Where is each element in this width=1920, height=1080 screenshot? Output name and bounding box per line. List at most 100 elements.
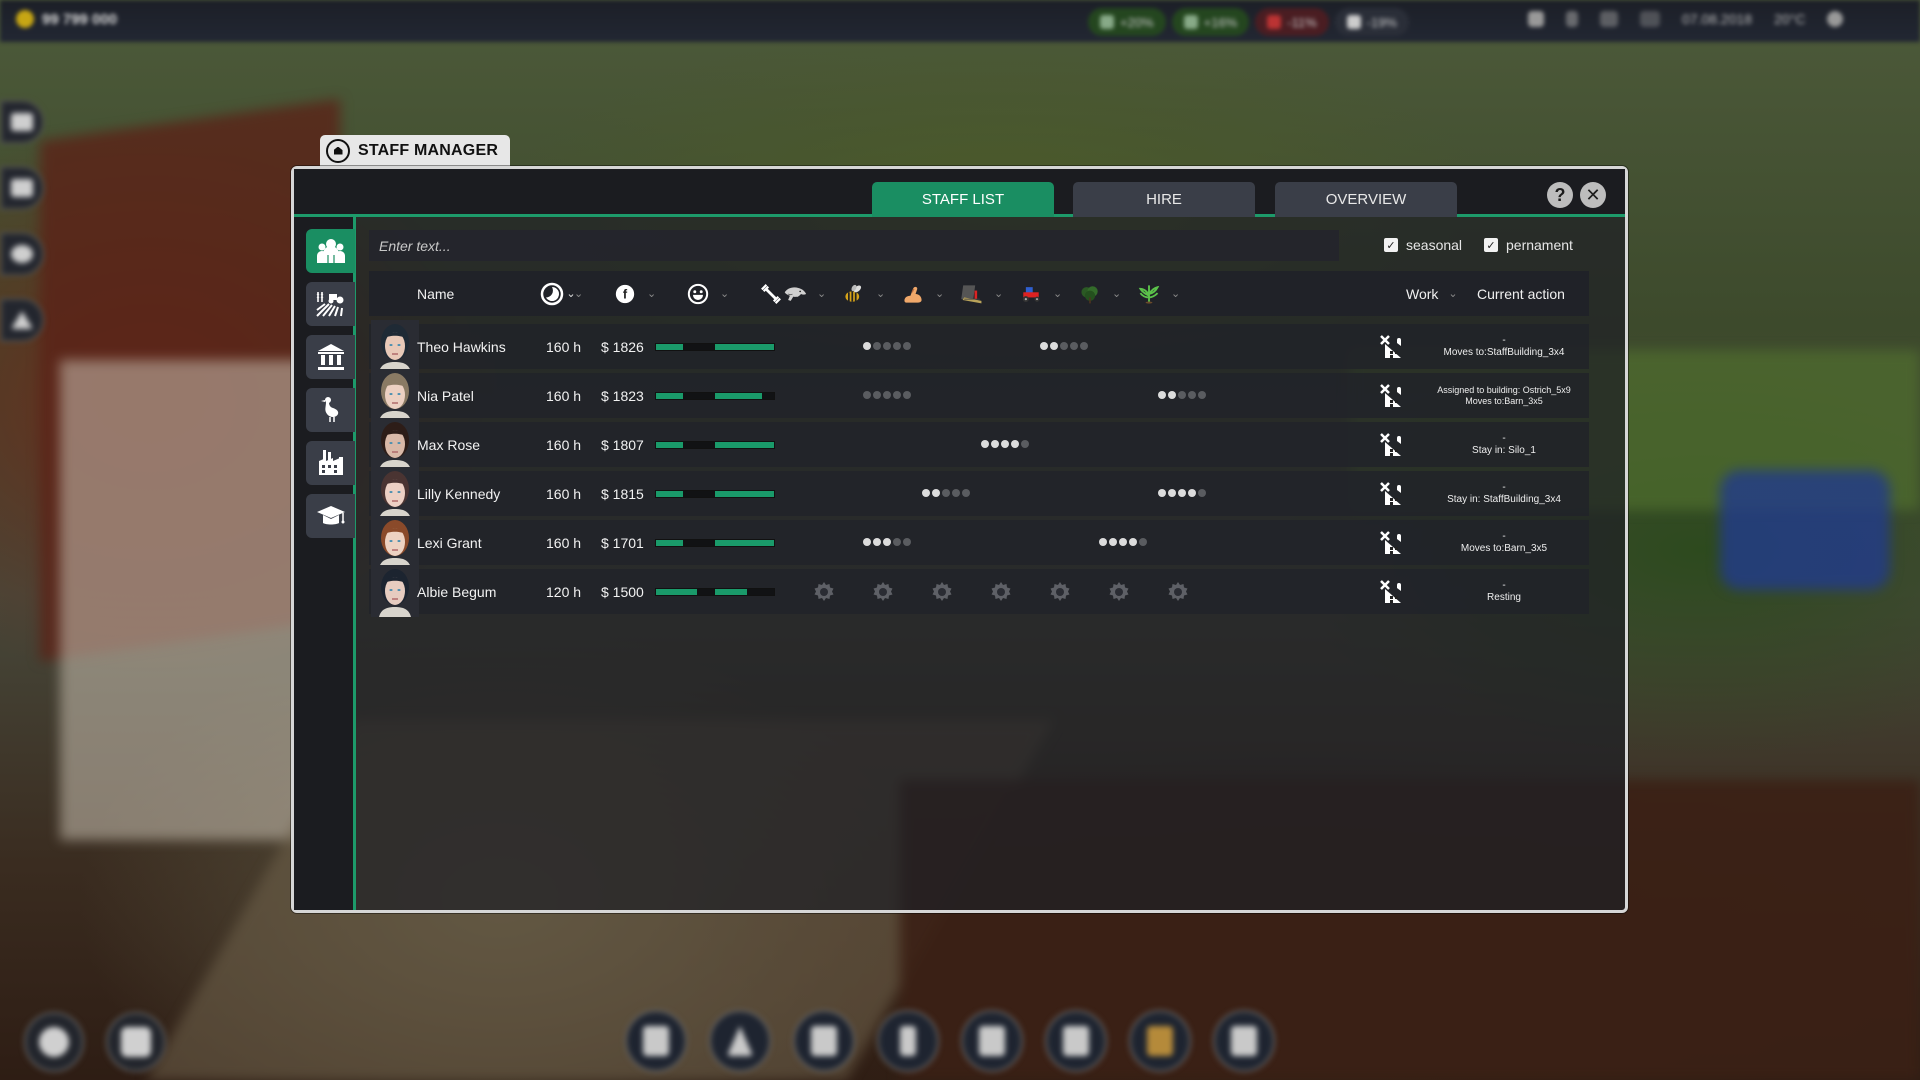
left-hud-button-4[interactable] <box>0 298 44 342</box>
tab-overview[interactable]: OVERVIEW <box>1275 182 1457 217</box>
column-header-skill-forestry[interactable]: ⌄ <box>1078 271 1121 316</box>
sidebar-item-factory[interactable] <box>306 441 355 485</box>
settings-button[interactable] <box>24 1012 84 1072</box>
staff-row[interactable]: Theo Hawkins 160 h $ 1826 - Moves to:StaffBu… <box>369 320 1589 372</box>
pending-skill-icon <box>932 582 952 601</box>
permanent-checkbox[interactable]: ✓ pernament <box>1484 237 1573 253</box>
current-action-line1: - <box>1502 579 1506 591</box>
column-header-skill-livestock[interactable]: ⌄ <box>783 271 826 316</box>
fast-forward-icon[interactable] <box>1600 11 1618 27</box>
skill-dot <box>893 391 901 399</box>
column-header-hours[interactable]: ⌄ <box>540 271 583 316</box>
toolbar-animals-button[interactable] <box>1129 1010 1191 1072</box>
current-action-line1: - <box>1502 530 1506 542</box>
skill-dot <box>1168 391 1176 399</box>
chevron-down-icon: ⌄ <box>994 288 1004 300</box>
column-header-skill-physical[interactable]: ⌄ <box>901 271 944 316</box>
close-button[interactable]: ✕ <box>1580 182 1606 208</box>
skill-dot <box>1188 391 1196 399</box>
sidebar-item-education[interactable] <box>306 494 355 538</box>
seasonal-checkbox-box[interactable]: ✓ <box>1384 238 1398 252</box>
camera-button[interactable] <box>106 1012 166 1072</box>
skill-rating <box>863 342 911 350</box>
column-header-skill-beekeeping[interactable]: ⌄ <box>842 271 885 316</box>
windmill-building-icon[interactable] <box>1379 481 1405 507</box>
skill-dot <box>903 342 911 350</box>
staff-row[interactable]: Lilly Kennedy 160 h $ 1815 - Stay in: StaffB… <box>369 467 1589 519</box>
skill-dot <box>942 489 950 497</box>
tent-icon <box>727 1026 753 1056</box>
current-action-line2: Moves to:Barn_3x5 <box>1465 395 1543 406</box>
staff-row[interactable]: Max Rose 160 h $ 1807 - Stay in: Silo_1 <box>369 418 1589 470</box>
left-hud-button-1[interactable] <box>0 100 44 144</box>
staff-name[interactable]: Max Rose <box>417 422 480 467</box>
current-action-line1: - <box>1502 481 1506 493</box>
chevron-down-icon: ⌄ <box>1448 288 1458 300</box>
windmill-building-icon[interactable] <box>1379 530 1405 556</box>
staff-name[interactable]: Lexi Grant <box>417 520 482 565</box>
pause-icon[interactable] <box>1528 11 1544 27</box>
staff-name[interactable]: Theo Hawkins <box>417 324 506 369</box>
toolbar-finance-button[interactable] <box>625 1010 687 1072</box>
mail-icon <box>11 113 33 131</box>
skill-dot <box>1188 489 1196 497</box>
factory-icon <box>318 450 343 475</box>
table-header: Name ⌄ ⌄ f ⌄ ⌄ ⌄ ⌄ ⌄ ⌄ ⌄ ⌄ ⌄ ⌄ Work ⌄ <box>369 271 1589 316</box>
skill-dot <box>1178 489 1186 497</box>
column-header-mood[interactable]: ⌄ <box>686 271 729 316</box>
sidebar-item-buildings[interactable] <box>306 335 355 379</box>
toolbar-silo-button[interactable] <box>961 1010 1023 1072</box>
skill-dot <box>1198 391 1206 399</box>
help-button[interactable]: ? <box>1547 182 1573 208</box>
left-hud-button-3[interactable] <box>0 232 44 276</box>
window-title: STAFF MANAGER <box>358 141 499 159</box>
bottom-left-hud <box>24 1012 166 1072</box>
staff-name[interactable]: Lilly Kennedy <box>417 471 500 516</box>
current-action: Assigned to building: Ostrich_5x9 Moves t… <box>1419 373 1589 418</box>
tab-hire[interactable]: HIRE <box>1073 182 1255 217</box>
column-header-skill-driving[interactable]: ⌄ <box>1019 271 1062 316</box>
left-hud-button-2[interactable] <box>0 166 44 210</box>
seasonal-checkbox[interactable]: ✓ seasonal <box>1384 237 1462 253</box>
windmill-building-icon[interactable] <box>1379 334 1405 360</box>
staff-name[interactable]: Nia Patel <box>417 373 474 418</box>
vehicle-icon <box>1231 1026 1257 1056</box>
column-header-skill-farming[interactable]: ⌄ <box>1137 271 1180 316</box>
toolbar-vehicles-button[interactable] <box>1213 1010 1275 1072</box>
market-stats: +20% +16% -11% -19% <box>1088 8 1409 36</box>
staff-name[interactable]: Albie Begum <box>417 569 496 614</box>
trend-up-icon <box>1100 15 1114 29</box>
sidebar-item-fields[interactable] <box>306 282 355 326</box>
windmill-building-icon[interactable] <box>1379 579 1405 605</box>
current-action: - Moves to:StaffBuilding_3x4 <box>1419 324 1589 369</box>
column-header-salary[interactable]: f ⌄ <box>613 271 656 316</box>
sidebar-item-staff[interactable] <box>306 229 355 273</box>
windmill-building-icon[interactable] <box>1379 383 1405 409</box>
machine-icon <box>960 282 984 306</box>
permanent-checkbox-box[interactable]: ✓ <box>1484 238 1498 252</box>
skill-dot <box>863 538 871 546</box>
skill-rating <box>922 489 970 497</box>
windmill-building-icon[interactable] <box>1379 432 1405 458</box>
skill-dot <box>863 391 871 399</box>
column-header-work[interactable]: Work ⌄ <box>1406 271 1458 316</box>
staff-row[interactable]: Lexi Grant 160 h $ 1701 - Moves to:Barn_3x5 <box>369 516 1589 568</box>
column-header-skill-processing[interactable]: ⌄ <box>960 271 1003 316</box>
chevron-down-icon: ⌄ <box>817 288 827 300</box>
staff-row[interactable]: Nia Patel 160 h $ 1823 Assigned to building… <box>369 369 1589 421</box>
tab-staff-list[interactable]: STAFF LIST <box>872 182 1054 217</box>
toolbar-tower-button[interactable] <box>877 1010 939 1072</box>
toolbar-fields-button[interactable] <box>793 1010 855 1072</box>
skill-dot <box>1158 391 1166 399</box>
goose-icon <box>320 397 338 422</box>
play-icon[interactable] <box>1566 11 1578 27</box>
fastest-forward-icon[interactable] <box>1640 11 1660 27</box>
toolbar-factory-button[interactable] <box>1045 1010 1107 1072</box>
skill-dot <box>1099 538 1107 546</box>
search-input[interactable] <box>369 230 1339 261</box>
staff-row[interactable]: Albie Begum 120 h $ 1500 - Resting <box>369 565 1589 617</box>
toolbar-build-button[interactable] <box>709 1010 771 1072</box>
mood-bar <box>655 539 716 547</box>
blue-tractor <box>1720 470 1890 590</box>
sidebar-item-animals[interactable] <box>306 388 355 432</box>
